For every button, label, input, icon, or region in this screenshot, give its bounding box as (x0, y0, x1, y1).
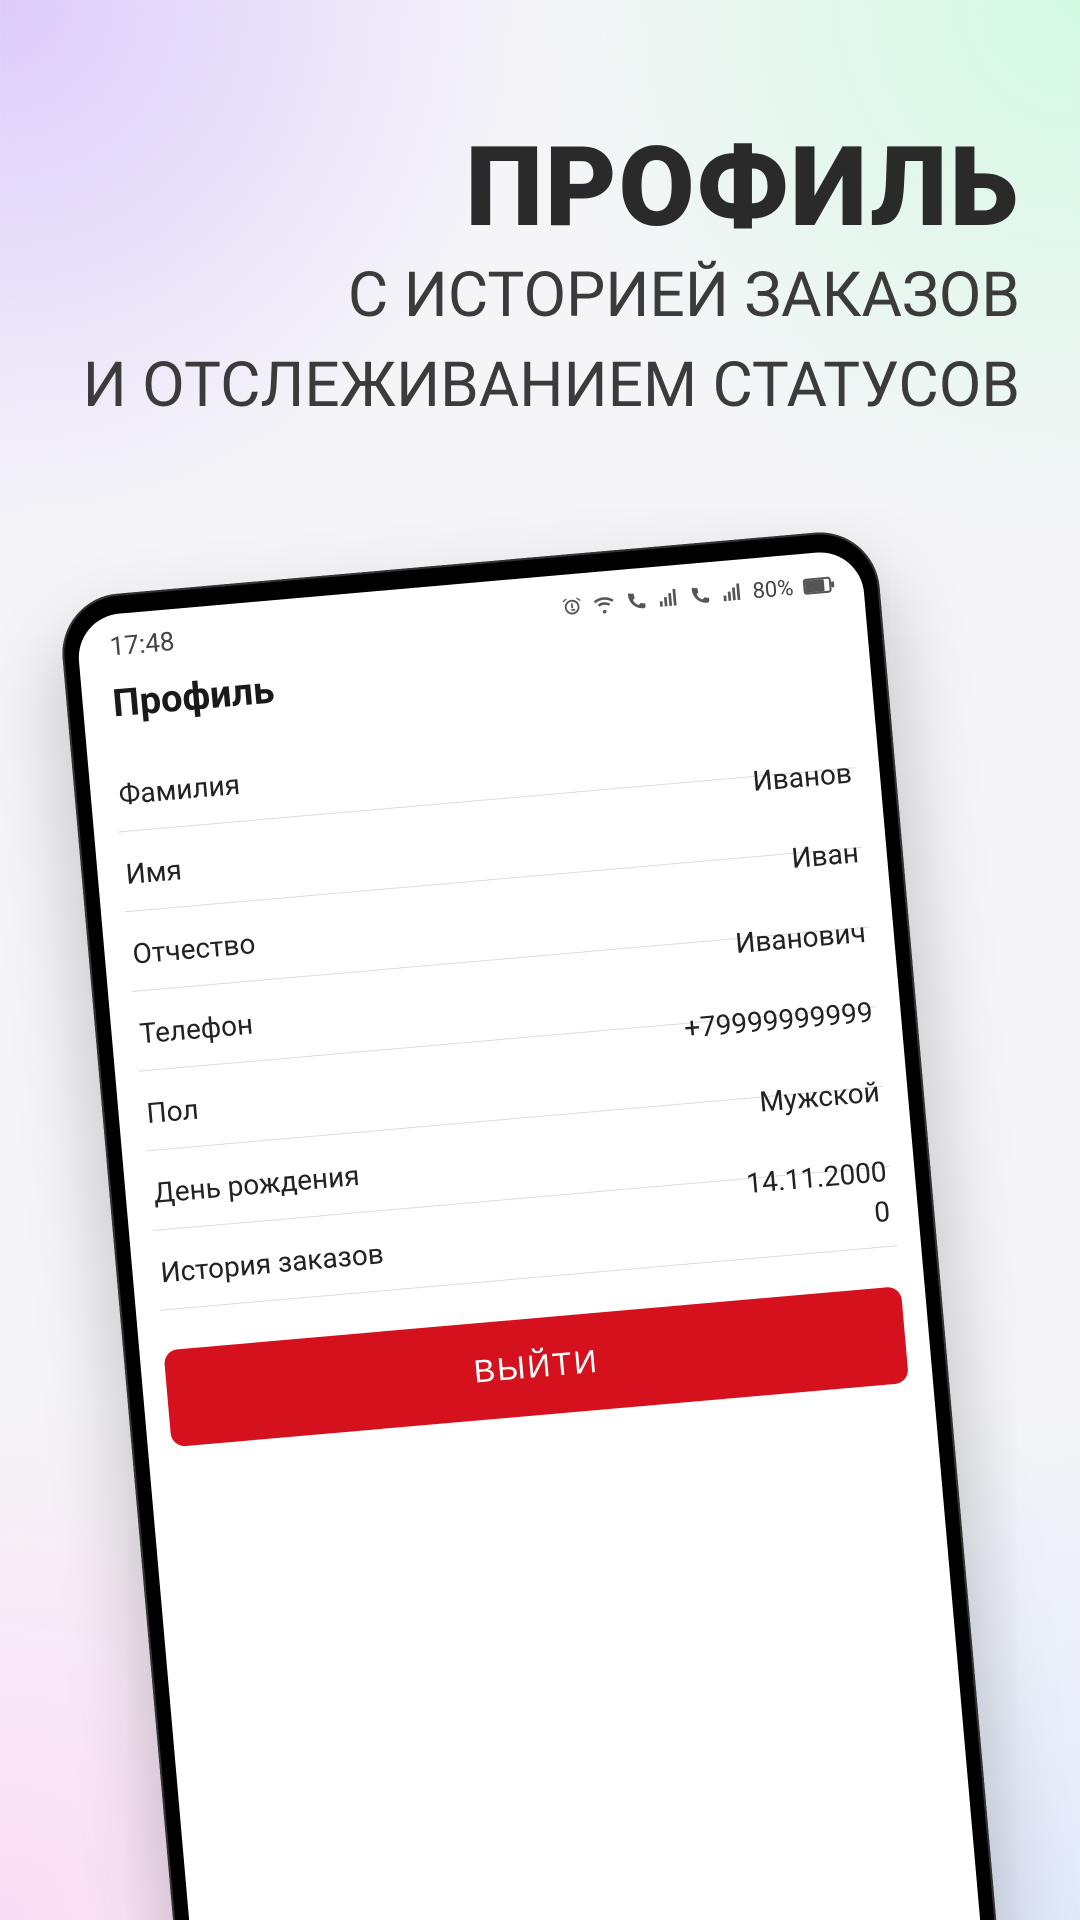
signal1-icon (656, 587, 680, 611)
promo-title: ПРОФИЛЬ (40, 130, 1020, 246)
field-order-history-value: 0 (873, 1195, 892, 1229)
battery-icon (803, 577, 832, 595)
promo-subtitle-line1: С ИСТОРИЕЙ ЗАКАЗОВ (40, 256, 1020, 337)
status-time: 17:48 (109, 627, 176, 663)
promo-subtitle-line2: И ОТСЛЕЖИВАНИЕМ СТАТУСОВ (40, 346, 1020, 427)
profile-fields: Фамилия Иванов Имя Иван Отчество Иванови… (87, 686, 921, 1313)
alarm-icon (560, 595, 584, 619)
signal2-icon (720, 581, 744, 605)
battery-text: 80% (752, 575, 795, 603)
promo-heading: ПРОФИЛЬ С ИСТОРИЕЙ ЗАКАЗОВ И ОТСЛЕЖИВАНИ… (40, 130, 1020, 427)
wifi-icon (592, 592, 616, 616)
call1-icon (624, 590, 648, 614)
call2-icon (688, 584, 712, 608)
phone-frame: 17:48 80% Профиль Фамилия Иванов (57, 528, 1022, 1920)
app-screen: 17:48 80% Профиль Фамилия Иванов (75, 549, 1005, 1920)
logout-button[interactable]: ВЫЙТИ (163, 1286, 909, 1447)
